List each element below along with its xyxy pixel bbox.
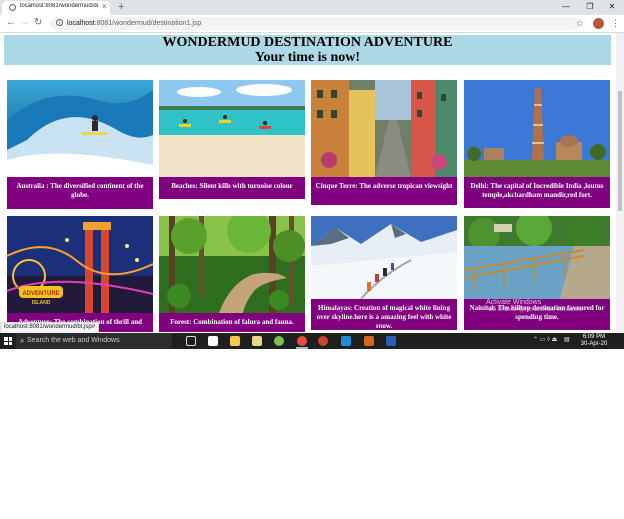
forest-path-image xyxy=(159,216,305,313)
close-tab-icon[interactable]: × xyxy=(102,2,107,12)
svg-text:ADVENTURE: ADVENTURE xyxy=(22,291,59,297)
profile-avatar[interactable] xyxy=(593,18,604,29)
browser-menu-icon[interactable]: ⋮ xyxy=(611,17,620,29)
vscode-icon[interactable] xyxy=(341,336,351,346)
restore-button[interactable]: ❐ xyxy=(578,0,602,15)
nainital-railing-image xyxy=(464,216,610,299)
snow-trekkers-image xyxy=(311,216,457,299)
activate-windows-watermark: Activate Windows xyxy=(486,299,542,306)
new-tab-button[interactable]: + xyxy=(118,0,124,14)
svg-text:ISLAND: ISLAND xyxy=(32,300,51,306)
card-caption: Forest: Combination of falura and fauna. xyxy=(159,313,305,332)
store-icon[interactable] xyxy=(208,336,218,346)
amusement-park-image: ADVENTURE ISLAND xyxy=(7,216,153,313)
chrome-active-indicator xyxy=(296,347,308,349)
cinque-terre-street-image xyxy=(311,80,457,177)
app-icon[interactable] xyxy=(274,336,284,346)
card-caption: Delhi: The capital of Incredible India ,… xyxy=(464,177,610,208)
forward-button[interactable]: → xyxy=(20,16,30,30)
windows-taskbar: ⌕ Search the web and Windows ⌃ ▭ ◊ ⏏ ▤ 6… xyxy=(0,333,624,349)
close-window-button[interactable]: ✕ xyxy=(600,0,624,15)
browser-toolbar: ← → ↻ i localhost:8081/wondermud/destina… xyxy=(0,15,624,33)
reload-button[interactable]: ↻ xyxy=(34,16,42,30)
taskbar-search-placeholder: Search the web and Windows xyxy=(27,337,120,344)
destination-card-beaches[interactable]: Beaches: Silent kills with turuoise colo… xyxy=(159,80,305,199)
media-app-icon[interactable] xyxy=(318,336,328,346)
activate-windows-hint: Go to Settings to activate Windows. xyxy=(488,307,583,313)
destination-card-himalayas[interactable]: Himalayas: Creation of magical white lin… xyxy=(311,216,457,330)
clock-date: 30-Apr-20 xyxy=(580,341,608,347)
clock-time: 6:09 PM xyxy=(582,334,606,340)
windows-start-icon[interactable] xyxy=(4,337,12,345)
taskbar-search-box[interactable]: ⌕ Search the web and Windows xyxy=(16,333,172,349)
card-caption: Beaches: Silent kills with turuoise colo… xyxy=(159,177,305,199)
browser-window: localhost:8081/wondermud/des × + — ❐ ✕ ←… xyxy=(0,0,624,349)
word-icon[interactable] xyxy=(386,336,396,346)
bookmark-star-icon[interactable]: ☆ xyxy=(576,17,584,29)
page-subtitle: Your time is now! xyxy=(254,50,361,65)
card-caption: Australia : The diversified continent of… xyxy=(7,177,153,209)
destination-card-forest[interactable]: Forest: Combination of falura and fauna. xyxy=(159,216,305,332)
tab-strip: localhost:8081/wondermud/des × + — ❐ ✕ xyxy=(0,0,624,15)
browser-tab[interactable]: localhost:8081/wondermud/des × xyxy=(2,1,110,15)
surfer-wave-image xyxy=(7,80,153,177)
card-caption: Cinque Terre: The adverse tropican views… xyxy=(311,177,457,205)
destination-card-cinque-terre[interactable]: Cinque Terre: The adverse tropican views… xyxy=(311,80,457,205)
destination-card-adventure[interactable]: ADVENTURE ISLAND Adventure: The combinat… xyxy=(7,216,153,332)
qutub-minar-image xyxy=(464,80,610,177)
search-icon: ⌕ xyxy=(20,336,25,345)
tab-title: localhost:8081/wondermud/des xyxy=(20,3,98,9)
task-view-icon[interactable] xyxy=(186,336,196,346)
globe-icon xyxy=(9,4,16,11)
page-banner: WONDERMUD DESTINATION ADVENTURE Your tim… xyxy=(4,35,611,65)
url-text[interactable]: localhost:8081/wondermud/destination1.js… xyxy=(67,19,201,28)
page-scrollbar[interactable] xyxy=(616,33,624,332)
scrollbar-thumb[interactable] xyxy=(618,91,622,211)
page-viewport: WONDERMUD DESTINATION ADVENTURE Your tim… xyxy=(0,33,616,332)
url-host: localhost xyxy=(67,20,95,27)
info-icon[interactable]: i xyxy=(56,19,63,26)
taskbar-clock[interactable]: 6:09 PM 30-Apr-20 xyxy=(578,334,610,348)
page-title: WONDERMUD DESTINATION ADVENTURE xyxy=(162,35,453,50)
destination-card-delhi[interactable]: Delhi: The capital of Incredible India ,… xyxy=(464,80,610,208)
back-button[interactable]: ← xyxy=(6,16,16,30)
eclipse-icon[interactable] xyxy=(364,336,374,346)
minimize-button[interactable]: — xyxy=(554,0,578,15)
beach-kayaks-image xyxy=(159,80,305,177)
url-path: :8081/wondermud/destination1.jsp xyxy=(94,20,202,27)
tray-icons[interactable]: ⌃ ▭ ◊ ⏏ xyxy=(533,337,557,344)
file-explorer-icon[interactable] xyxy=(230,336,240,346)
card-caption: Himalayas: Creation of magical white lin… xyxy=(311,299,457,330)
folder-icon[interactable] xyxy=(252,336,262,346)
notification-icon[interactable]: ▤ xyxy=(564,337,570,344)
address-bar[interactable]: i localhost:8081/wondermud/destination1.… xyxy=(50,17,580,30)
chrome-icon[interactable] xyxy=(297,336,307,346)
destination-card-australia[interactable]: Australia : The diversified continent of… xyxy=(7,80,153,209)
